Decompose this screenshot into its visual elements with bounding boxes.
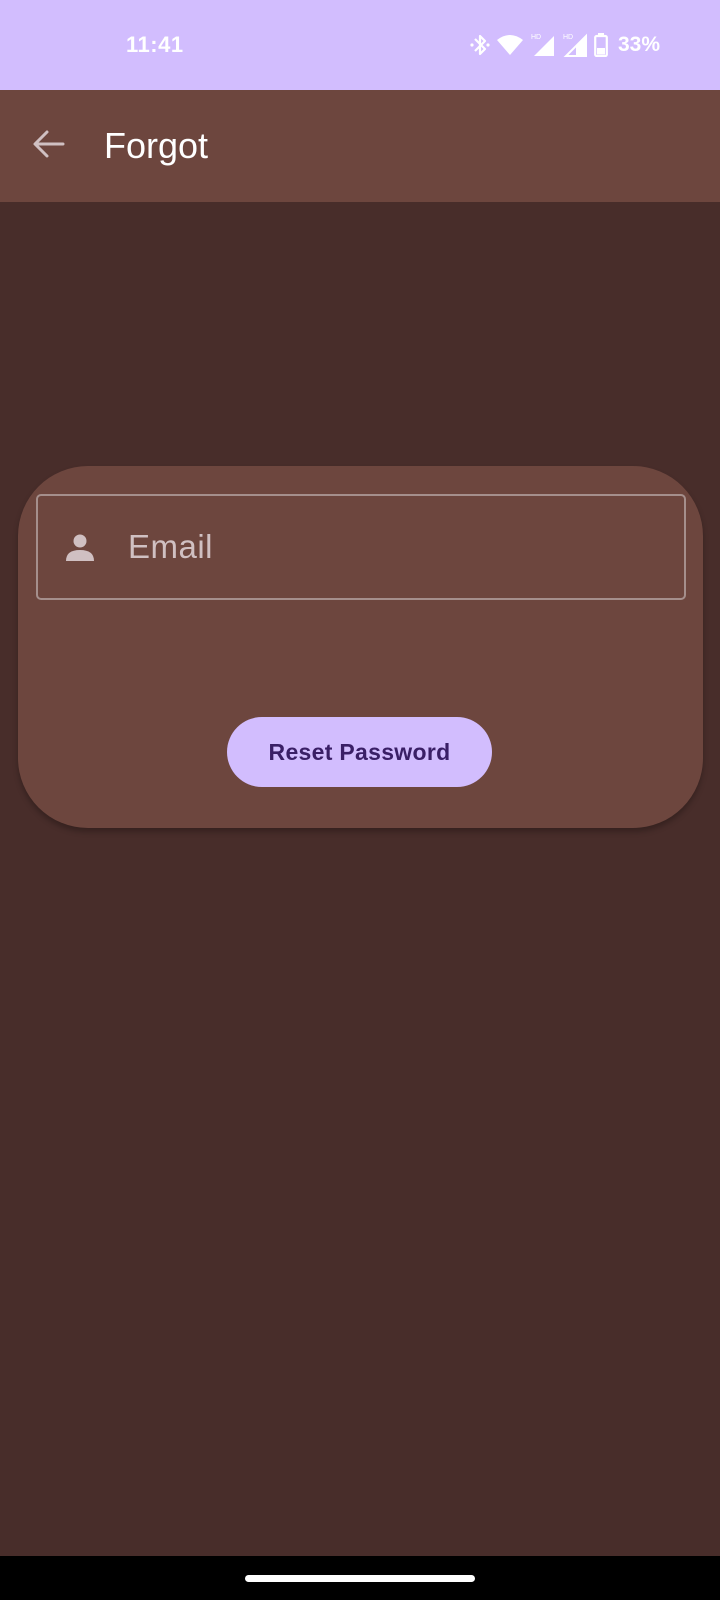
reset-password-button[interactable]: Reset Password — [227, 717, 492, 787]
person-icon — [64, 531, 96, 563]
signal-hd-icon: HD — [562, 32, 588, 58]
page-content: Email Reset Password — [0, 202, 720, 1556]
wifi-icon — [496, 34, 524, 56]
battery-icon — [594, 33, 608, 57]
status-icons: HD HD 33% — [470, 32, 660, 58]
navigation-bar — [0, 1556, 720, 1600]
status-time: 11:41 — [126, 32, 184, 57]
email-placeholder: Email — [128, 528, 214, 565]
status-bar: 11:41 HD HD 33% — [0, 0, 720, 90]
bluetooth-icon — [470, 33, 490, 57]
app-bar: Forgot — [0, 90, 720, 202]
back-button[interactable] — [24, 121, 74, 171]
battery-percentage: 33% — [617, 33, 660, 56]
home-indicator[interactable] — [245, 1574, 475, 1582]
arrow-back-icon — [32, 127, 66, 166]
email-field[interactable]: Email — [36, 494, 686, 600]
svg-text:HD: HD — [563, 34, 573, 41]
page-title: Forgot — [104, 125, 209, 166]
forgot-password-card: Email Reset Password — [18, 466, 703, 828]
signal-hd-icon: HD — [530, 32, 556, 58]
svg-text:HD: HD — [531, 34, 541, 41]
